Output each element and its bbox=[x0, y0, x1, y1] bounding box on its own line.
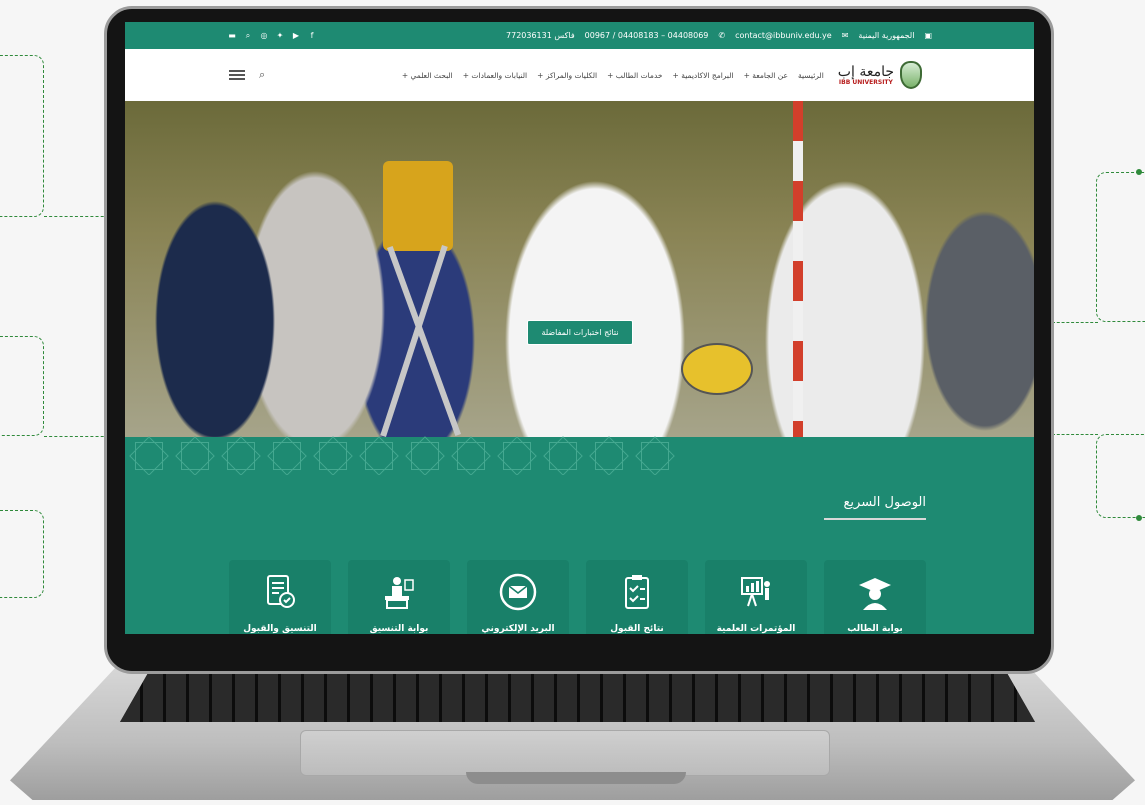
social-links: ▬ ⌕ ◎ ✦ ▶ f bbox=[227, 31, 317, 41]
us-flag-icon[interactable]: ▬ bbox=[227, 31, 237, 41]
logo-english: IBB UNIVERSITY bbox=[838, 78, 893, 86]
card-label: بوابة التنسيق الإلكتروني bbox=[369, 624, 429, 634]
university-crest-icon bbox=[900, 61, 922, 89]
quick-card-admission-results[interactable]: نتائج القبول والمفاضلة bbox=[586, 560, 688, 634]
country-label: الجمهورية اليمنية bbox=[858, 31, 915, 40]
main-navbar: جامعة إب IBB UNIVERSITY الرئيسية عن الجا… bbox=[125, 49, 1034, 101]
nav-item-deanships[interactable]: النيابات والعمادات + bbox=[463, 71, 527, 80]
circuit-line bbox=[1096, 172, 1145, 322]
nav-item-programs[interactable]: البرامج الاكاديمية + bbox=[673, 71, 734, 80]
instagram-icon[interactable]: ◎ bbox=[259, 31, 269, 41]
top-info-bar: ▬ ⌕ ◎ ✦ ▶ f ▣ الجمهورية اليمنية ✉ contac… bbox=[125, 22, 1034, 49]
quick-access-cards: بوابة الطالب المؤتمرات العلمية نتائج الق… bbox=[229, 560, 926, 634]
graduate-icon bbox=[859, 578, 891, 610]
hero-results-button[interactable]: نتائج اختبارات المفاضلة bbox=[527, 320, 633, 345]
logo-arabic: جامعة إب bbox=[837, 63, 894, 80]
quick-card-coordination-admission[interactable]: التنسيق والقبول bbox=[229, 560, 331, 634]
presentation-icon bbox=[741, 577, 770, 607]
pattern-star bbox=[127, 437, 171, 475]
email-link[interactable]: contact@ibbuniv.edu.ye bbox=[735, 31, 832, 40]
circuit-line bbox=[0, 510, 44, 598]
quick-card-student-portal[interactable]: بوابة الطالب bbox=[824, 560, 926, 634]
card-label: البريد الإلكتروني bbox=[481, 624, 555, 634]
pattern-star bbox=[311, 437, 355, 475]
pattern-star bbox=[587, 437, 631, 475]
circuit-line bbox=[1096, 434, 1145, 518]
nav-item-research[interactable]: البحث العلمي + bbox=[402, 71, 453, 80]
star-pattern-band bbox=[125, 437, 1034, 475]
pattern-star bbox=[173, 437, 217, 475]
circuit-dot bbox=[1136, 169, 1142, 175]
nav-item-home[interactable]: الرئيسية bbox=[798, 71, 824, 80]
university-logo[interactable]: جامعة إب IBB UNIVERSITY bbox=[838, 61, 922, 89]
hero-banner: نتائج اختبارات المفاضلة bbox=[125, 101, 1034, 437]
laptop-notch bbox=[466, 772, 686, 784]
pattern-star bbox=[357, 437, 401, 475]
circuit-line bbox=[1052, 434, 1098, 435]
card-label: بوابة الطالب bbox=[847, 624, 903, 634]
card-label: نتائج القبول والمفاضلة bbox=[610, 624, 664, 634]
tripod-leg bbox=[386, 246, 462, 436]
document-check-icon bbox=[267, 575, 295, 608]
quick-card-e-coordination[interactable]: بوابة التنسيق الإلكتروني bbox=[348, 560, 450, 634]
youtube-icon[interactable]: ▶ bbox=[291, 31, 301, 41]
laptop-screen: ▬ ⌕ ◎ ✦ ▶ f ▣ الجمهورية اليمنية ✉ contac… bbox=[125, 22, 1034, 634]
pattern-star bbox=[265, 437, 309, 475]
survey-pole bbox=[793, 101, 803, 437]
nav-item-colleges[interactable]: الكليات والمراكز + bbox=[537, 71, 597, 80]
pattern-star bbox=[495, 437, 539, 475]
checklist-icon bbox=[625, 575, 649, 609]
quick-access-title: الوصول السريع bbox=[824, 495, 926, 520]
pattern-star bbox=[633, 437, 677, 475]
phone-icon: ✆ bbox=[718, 31, 726, 40]
phone-numbers: 00967 / 04408183 – 04408069 bbox=[584, 31, 709, 40]
quick-card-email[interactable]: البريد الإلكتروني bbox=[467, 560, 569, 634]
facebook-icon[interactable]: f bbox=[307, 31, 317, 41]
contact-info: ▣ الجمهورية اليمنية ✉ contact@ibbuniv.ed… bbox=[506, 31, 932, 40]
nav-item-student-services[interactable]: خدمات الطالب + bbox=[607, 71, 662, 80]
twitter-icon[interactable]: ✦ bbox=[275, 31, 285, 41]
card-label: التنسيق والقبول bbox=[243, 624, 317, 634]
circuit-line bbox=[0, 336, 44, 436]
card-label: المؤتمرات العلمية bbox=[716, 624, 796, 634]
hamburger-menu-icon[interactable] bbox=[229, 70, 245, 80]
map-icon: ▣ bbox=[924, 31, 932, 40]
laptop-keyboard bbox=[120, 674, 1035, 722]
pattern-star bbox=[219, 437, 263, 475]
email-icon: ✉ bbox=[841, 31, 849, 40]
quick-access-section: الوصول السريع بوابة الطالب المؤتمرات الع… bbox=[125, 475, 1034, 634]
quick-card-conferences[interactable]: المؤتمرات العلمية bbox=[705, 560, 807, 634]
circuit-dot bbox=[1136, 515, 1142, 521]
fax-number: فاكس 772036131 bbox=[506, 31, 575, 40]
laptop-trackpad bbox=[300, 730, 830, 776]
desk-icon bbox=[385, 577, 414, 609]
pattern-star bbox=[449, 437, 493, 475]
measuring-tape bbox=[681, 343, 753, 395]
mail-icon bbox=[499, 573, 537, 611]
surveying-instrument bbox=[383, 161, 453, 251]
nav-menu: الرئيسية عن الجامعة + البرامج الاكاديمية… bbox=[402, 71, 824, 80]
search-icon[interactable]: ⌕ bbox=[243, 31, 253, 41]
circuit-line bbox=[1052, 322, 1098, 323]
nav-item-about[interactable]: عن الجامعة + bbox=[744, 71, 788, 80]
pattern-star bbox=[541, 437, 585, 475]
pattern-star bbox=[403, 437, 447, 475]
search-icon[interactable]: ⌕ bbox=[259, 68, 265, 82]
tripod-leg bbox=[380, 244, 448, 437]
circuit-line bbox=[0, 55, 44, 217]
